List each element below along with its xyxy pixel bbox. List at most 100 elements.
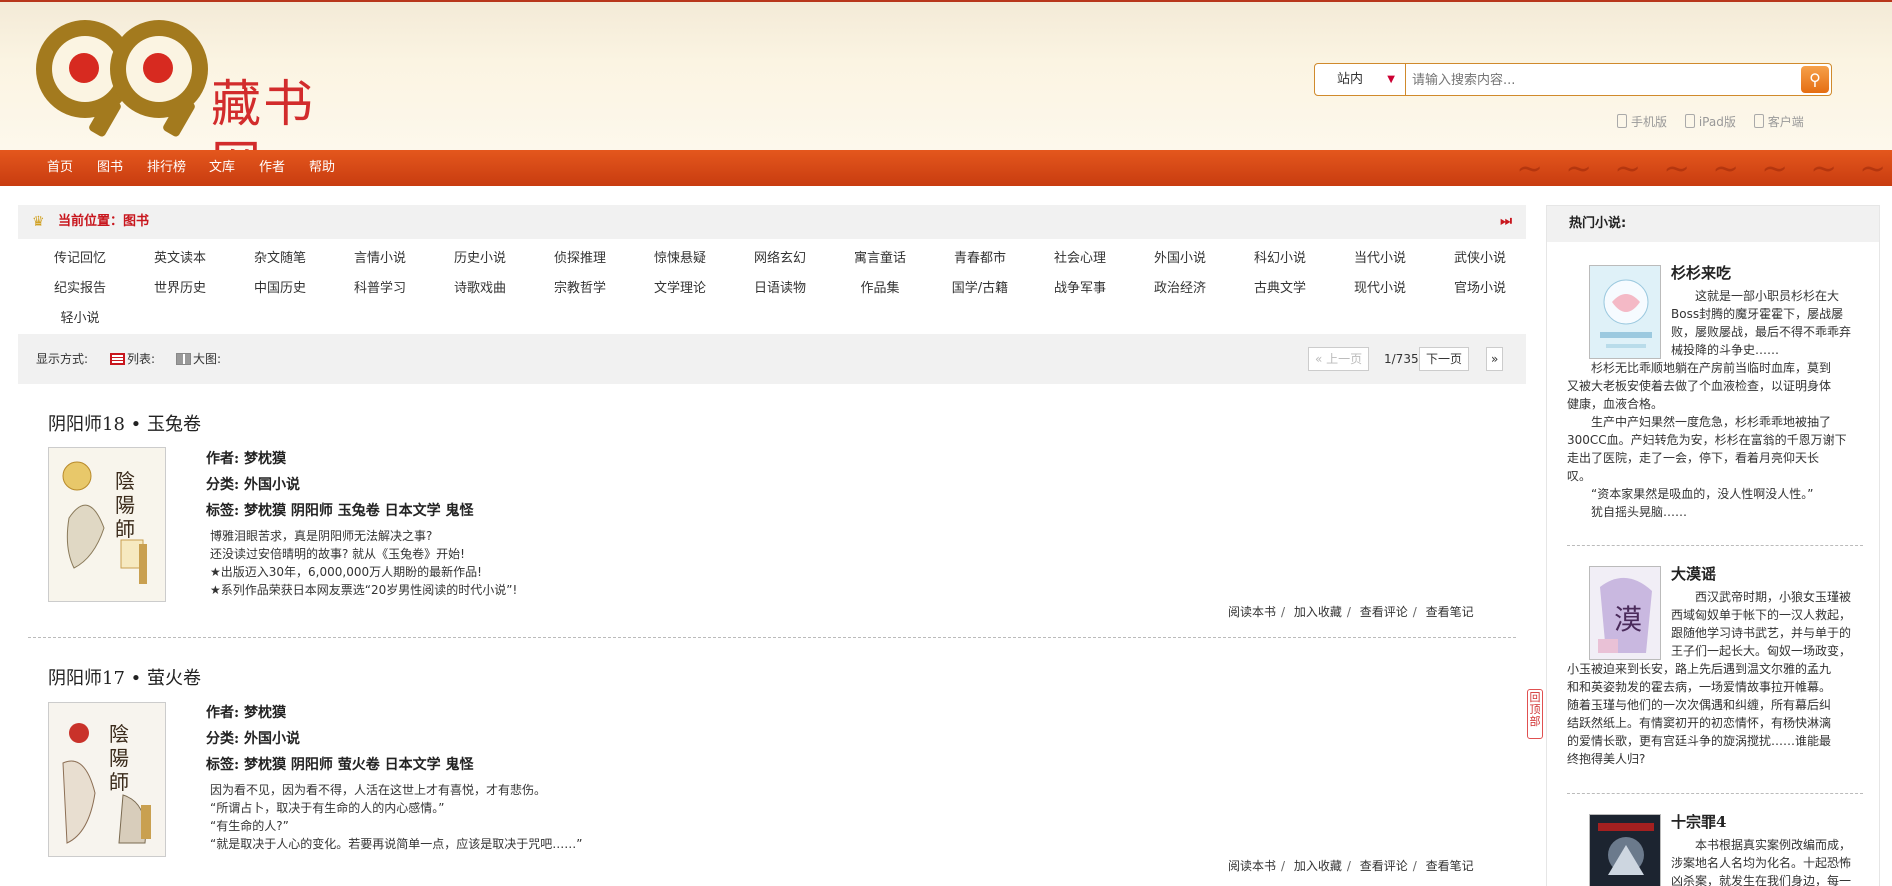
category-link[interactable]: 传记回忆 [30, 244, 130, 274]
category-link[interactable]: 惊悚悬疑 [630, 244, 730, 274]
read-book-link[interactable]: 阅读本书 [1228, 859, 1276, 873]
category-link[interactable]: 历史小说 [430, 244, 530, 274]
category-link[interactable]: 武侠小说 [1430, 244, 1530, 274]
book-description: 因为看不见，因为看不得，人活在这世上才有喜悦，才有悲伤。 “所谓占卜，取决于有生… [210, 783, 583, 851]
hot-novel-item: 漠 大漠谣 西汉武帝时期，小狼女玉瑾被 西域匈奴单于帐下的一汉人救起， 跟随他学… [1567, 563, 1871, 786]
skip-end-icon[interactable]: ⏭ [1500, 205, 1512, 239]
view-reviews-link[interactable]: 查看评论 [1360, 605, 1408, 619]
category-link[interactable]: 国学/古籍 [930, 274, 1030, 304]
category-link[interactable]: 古典文学 [1230, 274, 1330, 304]
book-tags[interactable]: 标签: 梦枕獏 阴阳师 萤火卷 日本文学 鬼怪 [206, 755, 474, 775]
nav-item-home[interactable]: 首页 [47, 150, 73, 186]
search-icon: ⚲ [1809, 70, 1821, 89]
search-scope-label: 站内 [1337, 72, 1364, 87]
client-links: 手机版 iPad版 客户端 [1617, 113, 1818, 130]
book-author[interactable]: 作者: 梦枕獏 [206, 449, 286, 469]
add-favorite-link[interactable]: 加入收藏 [1294, 859, 1342, 873]
category-link[interactable]: 科幻小说 [1230, 244, 1330, 274]
category-link[interactable]: 网络玄幻 [730, 244, 830, 274]
search-button[interactable]: ⚲ [1801, 66, 1829, 93]
svg-text:師: 師 [115, 517, 135, 541]
svg-text:陽: 陽 [109, 746, 129, 770]
list-view-icon [110, 353, 125, 365]
last-page-button[interactable]: » [1486, 347, 1504, 371]
category-link[interactable]: 日语读物 [730, 274, 830, 304]
hot-novel-title[interactable]: 大漠谣 [1671, 563, 1716, 584]
sidebar-divider [1567, 793, 1863, 794]
breadcrumb: ♛ 当前位置：图书 ⏭ [18, 205, 1526, 239]
view-toolbar: 显示方式: 列表: 大图: « 上一页 1/735 下一页 » [18, 334, 1526, 384]
book-actions: 阅读本书 / 加入收藏 / 查看评论 / 查看笔记 [1228, 605, 1474, 619]
book-author[interactable]: 作者: 梦枕獏 [206, 703, 286, 723]
category-link[interactable]: 寓言童话 [830, 244, 930, 274]
view-notes-link[interactable]: 查看笔记 [1426, 605, 1474, 619]
category-link[interactable]: 言情小说 [330, 244, 430, 274]
book-tags[interactable]: 标签: 梦枕獏 阴阳师 玉兔卷 日本文学 鬼怪 [206, 501, 474, 521]
category-link[interactable]: 外国小说 [1130, 244, 1230, 274]
grid-view-icon [176, 353, 191, 365]
category-link[interactable]: 中国历史 [230, 274, 330, 304]
book-cover-image[interactable]: 陰 陽 師 [48, 447, 166, 602]
category-link[interactable]: 作品集 [830, 274, 930, 304]
category-link[interactable]: 科普学习 [330, 274, 430, 304]
category-link[interactable]: 青春都市 [930, 244, 1030, 274]
tablet-icon [1684, 114, 1695, 128]
site-logo[interactable]: 藏书网 [36, 20, 366, 193]
book-item: 阴阳师17 • 萤火卷 陰 陽 師 作者: 梦枕獏 分类: 外国小说 标签: 梦… [28, 667, 1518, 877]
search-bar: 站内 ▼ ⚲ [1314, 63, 1832, 96]
category-link[interactable]: 侦探推理 [530, 244, 630, 274]
book-title[interactable]: 阴阳师18 • 玉兔卷 [48, 413, 201, 437]
chevron-down-icon: ▼ [1387, 74, 1395, 85]
mobile-link[interactable]: 手机版 [1617, 114, 1667, 129]
client-app-link[interactable]: 客户端 [1753, 114, 1804, 129]
book-category[interactable]: 分类: 外国小说 [206, 475, 300, 495]
back-to-top-button[interactable]: 回顶部 [1527, 689, 1543, 739]
category-link[interactable]: 宗教哲学 [530, 274, 630, 304]
page-indicator: 1/735 [1384, 352, 1419, 366]
category-link[interactable]: 轻小说 [30, 304, 130, 334]
next-page-button[interactable]: 下一页 [1419, 347, 1470, 371]
view-notes-link[interactable]: 查看笔记 [1426, 859, 1474, 873]
category-list: 传记回忆 英文读本 杂文随笔 言情小说 历史小说 侦探推理 惊悚悬疑 网络玄幻 寓言童话 青春都市… [18, 244, 1526, 334]
svg-text:師: 師 [109, 770, 129, 794]
prev-page-button[interactable]: « 上一页 [1308, 347, 1370, 371]
hot-novel-description: 西汉武帝时期，小狼女玉瑾被 西域匈奴单于帐下的一汉人救起， 跟随他学习诗书武艺，… [1567, 590, 1852, 766]
nav-item-ranking[interactable]: 排行榜 [147, 150, 186, 186]
nav-item-books[interactable]: 图书 [97, 150, 123, 186]
hot-novel-title[interactable]: 杉杉来吃 [1671, 262, 1731, 283]
book-description: 博雅泪眼苦求，真是阴阳师无法解决之事? 还没读过安倍晴明的故事? 就从《玉兔卷》… [210, 529, 518, 597]
category-link[interactable]: 现代小说 [1330, 274, 1430, 304]
add-favorite-link[interactable]: 加入收藏 [1294, 605, 1342, 619]
sidebar-divider [1567, 545, 1863, 546]
hot-novels-sidebar: 热门小说: 杉杉来吃 这就是一部小职员杉杉在大 Boss封腾的魔牙霍霍下，屡战屡… [1546, 205, 1880, 886]
nav-item-library[interactable]: 文库 [209, 150, 235, 186]
category-link[interactable]: 纪实报告 [30, 274, 130, 304]
category-link[interactable]: 世界历史 [130, 274, 230, 304]
category-link[interactable]: 杂文随笔 [230, 244, 330, 274]
book-category[interactable]: 分类: 外国小说 [206, 729, 300, 749]
search-input[interactable] [1410, 65, 1794, 96]
category-link[interactable]: 诗歌戏曲 [430, 274, 530, 304]
category-link[interactable]: 政治经济 [1130, 274, 1230, 304]
search-scope-select[interactable]: 站内 ▼ [1315, 64, 1406, 95]
ipad-link[interactable]: iPad版 [1684, 114, 1736, 129]
view-list-option[interactable]: 列表: [110, 334, 155, 384]
breadcrumb-current[interactable]: 图书 [123, 214, 149, 229]
category-link[interactable]: 战争军事 [1030, 274, 1130, 304]
view-grid-option[interactable]: 大图: [176, 334, 221, 384]
nav-item-authors[interactable]: 作者 [259, 150, 285, 186]
trophy-icon: ♛ [32, 214, 45, 230]
hot-novel-title[interactable]: 十宗罪4 [1671, 811, 1726, 832]
svg-text:陰: 陰 [115, 469, 135, 493]
view-reviews-link[interactable]: 查看评论 [1360, 859, 1408, 873]
category-link[interactable]: 社会心理 [1030, 244, 1130, 274]
category-link[interactable]: 文学理论 [630, 274, 730, 304]
book-title[interactable]: 阴阳师17 • 萤火卷 [48, 667, 201, 691]
category-link[interactable]: 英文读本 [130, 244, 230, 274]
category-link[interactable]: 当代小说 [1330, 244, 1430, 274]
nav-item-help[interactable]: 帮助 [309, 150, 335, 186]
site-header: 藏书网 站内 ▼ ⚲ 手机版 iPad版 客户端 [0, 0, 1892, 193]
category-link[interactable]: 官场小说 [1430, 274, 1530, 304]
book-cover-image[interactable]: 陰 陽 師 [48, 702, 166, 857]
read-book-link[interactable]: 阅读本书 [1228, 605, 1276, 619]
